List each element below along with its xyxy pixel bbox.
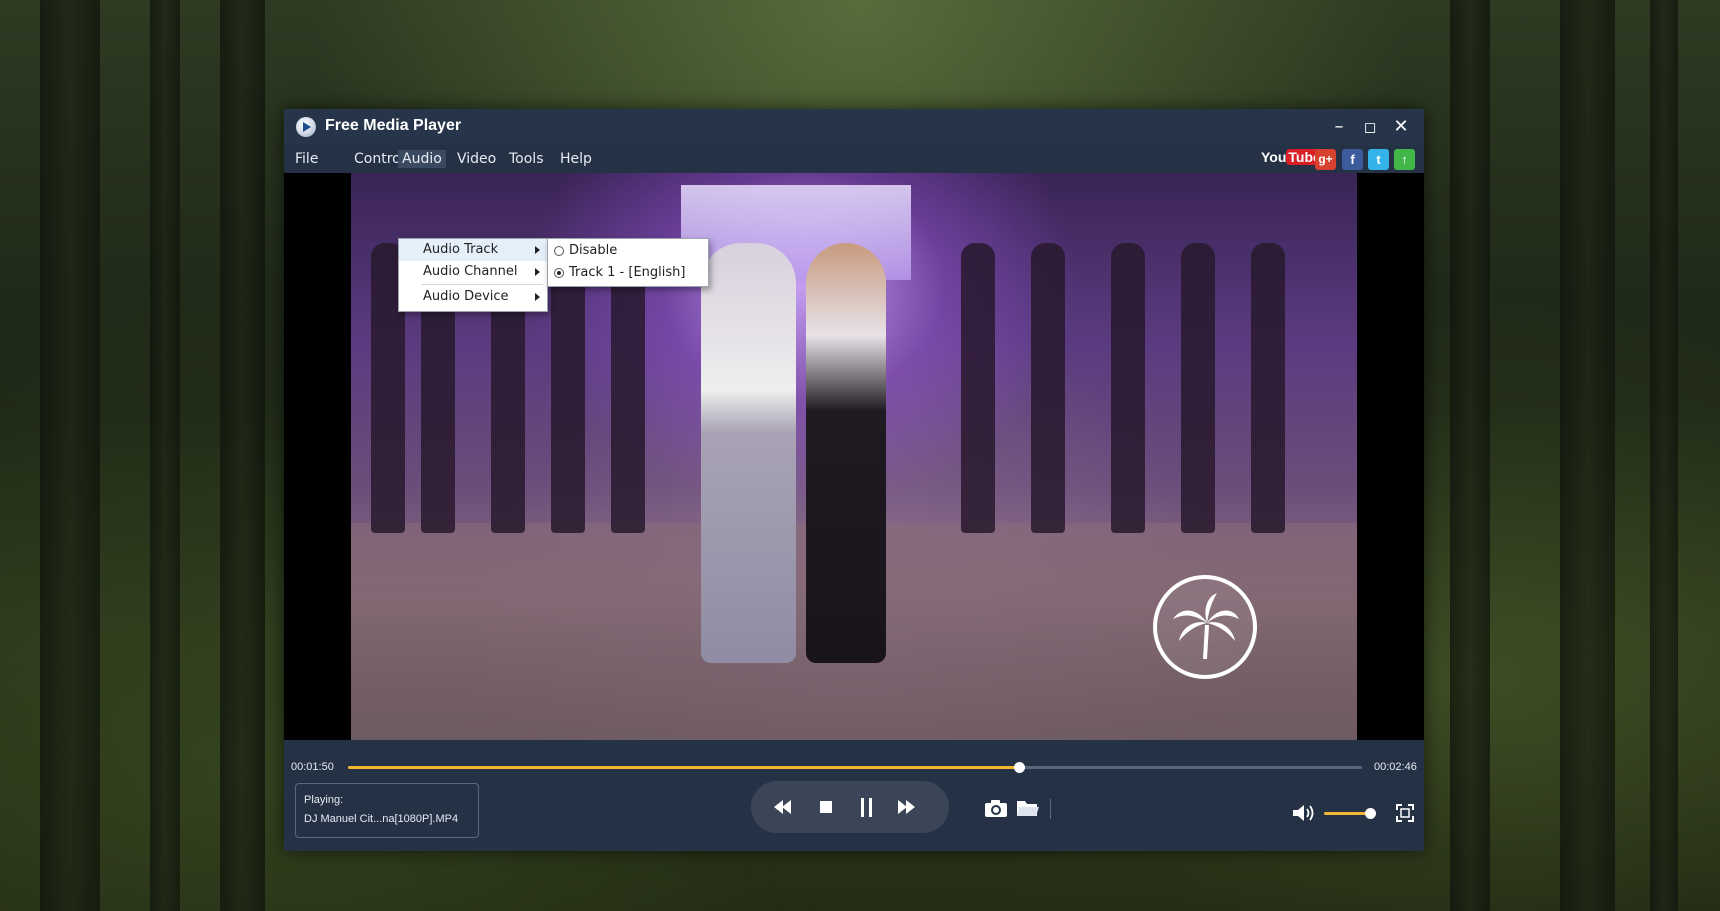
rewind-icon[interactable] xyxy=(771,795,797,819)
folder-icon[interactable] xyxy=(1016,797,1040,819)
video-area[interactable]: Audio Track Audio Channel Audio Device D… xyxy=(284,173,1424,740)
seek-bar-progress xyxy=(348,766,1020,769)
palm-tree-logo-icon xyxy=(1153,575,1257,679)
background-tree xyxy=(1650,0,1678,911)
menu-item-label: Audio Device xyxy=(423,289,509,304)
current-time: 00:01:50 xyxy=(291,761,334,773)
volume-level xyxy=(1324,812,1370,815)
camera-icon[interactable] xyxy=(984,797,1008,819)
menu-audio[interactable]: Audio xyxy=(398,150,446,168)
menu-item-track-1[interactable]: Track 1 - [English] xyxy=(548,262,708,284)
menu-item-label: Track 1 - [English] xyxy=(569,265,686,280)
toolbar-divider xyxy=(1050,799,1051,819)
playing-label: Playing: xyxy=(304,794,344,806)
menu-item-audio-device[interactable]: Audio Device xyxy=(399,286,547,308)
menu-item-audio-channel[interactable]: Audio Channel xyxy=(399,261,547,283)
menu-item-label: Audio Channel xyxy=(423,264,518,279)
audio-track-submenu: Disable Track 1 - [English] xyxy=(547,238,709,287)
menu-separator xyxy=(421,284,543,285)
volume-slider[interactable] xyxy=(1324,808,1376,819)
youtube-you-text: You xyxy=(1261,149,1287,165)
video-crowd-figure xyxy=(1181,243,1215,533)
minimize-button[interactable]: – xyxy=(1326,115,1352,139)
video-crowd-figure xyxy=(1031,243,1065,533)
menu-video[interactable]: Video xyxy=(453,150,500,168)
radio-off-icon xyxy=(554,246,564,256)
video-crowd-figure xyxy=(1251,243,1285,533)
twitter-icon[interactable]: t xyxy=(1368,149,1389,170)
transport-controls xyxy=(751,781,949,833)
fullscreen-icon[interactable] xyxy=(1395,803,1415,823)
facebook-icon[interactable]: f xyxy=(1342,149,1363,170)
upload-icon[interactable]: ↑ xyxy=(1394,149,1415,170)
volume-handle[interactable] xyxy=(1364,808,1376,819)
google-plus-icon[interactable]: g+ xyxy=(1315,149,1336,170)
speaker-icon[interactable] xyxy=(1291,802,1317,824)
radio-on-icon xyxy=(554,268,564,278)
submenu-arrow-icon xyxy=(535,246,540,254)
fast-forward-icon[interactable] xyxy=(894,795,920,819)
file-name: DJ Manuel Cit...na[1080P].MP4 xyxy=(304,813,459,825)
submenu-arrow-icon xyxy=(535,268,540,276)
media-player-window: Free Media Player – ◻ ✕ File Controls Au… xyxy=(284,109,1424,851)
video-dancer-figure xyxy=(701,243,796,663)
background-tree xyxy=(1560,0,1615,911)
audio-menu-dropdown: Audio Track Audio Channel Audio Device xyxy=(398,238,548,312)
menu-bar: File Controls Audio Video Tools Help You… xyxy=(284,145,1424,173)
seek-bar[interactable] xyxy=(348,762,1362,773)
maximize-button[interactable]: ◻ xyxy=(1357,115,1383,139)
pause-icon[interactable] xyxy=(854,795,880,819)
youtube-icon[interactable]: You Tube xyxy=(1261,149,1323,171)
stop-icon[interactable] xyxy=(813,795,839,819)
menu-item-disable-track[interactable]: Disable xyxy=(548,240,708,262)
menu-help[interactable]: Help xyxy=(556,150,596,168)
window-title: Free Media Player xyxy=(325,117,462,134)
seek-bar-handle[interactable] xyxy=(1014,762,1026,773)
now-playing-panel: Playing: DJ Manuel Cit...na[1080P].MP4 xyxy=(295,783,479,838)
video-crowd-figure xyxy=(961,243,995,533)
video-dancer-figure xyxy=(806,243,886,663)
menu-tools[interactable]: Tools xyxy=(505,150,548,168)
submenu-arrow-icon xyxy=(535,293,540,301)
total-time: 00:02:46 xyxy=(1374,761,1417,773)
background-tree xyxy=(1450,0,1490,911)
background-tree xyxy=(220,0,265,911)
background-tree xyxy=(150,0,180,911)
background-tree xyxy=(40,0,100,911)
title-bar[interactable]: Free Media Player – ◻ ✕ xyxy=(284,109,1424,145)
app-logo-icon xyxy=(296,117,316,137)
menu-item-label: Audio Track xyxy=(423,242,499,257)
menu-file[interactable]: File xyxy=(291,150,322,168)
menu-item-audio-track[interactable]: Audio Track xyxy=(399,239,547,261)
menu-item-label: Disable xyxy=(569,243,618,258)
close-button[interactable]: ✕ xyxy=(1388,115,1414,139)
video-crowd-figure xyxy=(1111,243,1145,533)
